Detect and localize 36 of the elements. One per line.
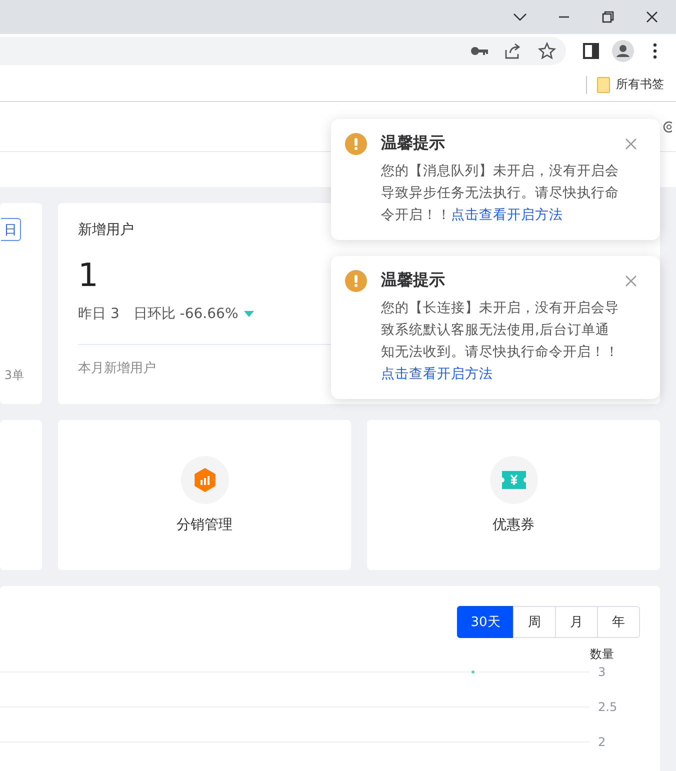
shortcut-tile[interactable]: 优惠券 <box>367 420 660 570</box>
stat-footer: 3单 <box>4 367 24 384</box>
notification-title: 温馨提示 <box>381 270 445 291</box>
bar-chart-icon <box>194 468 216 492</box>
notification-title: 温馨提示 <box>381 133 445 154</box>
shortcut-label: 分销管理 <box>176 516 232 534</box>
folder-icon <box>597 76 610 92</box>
help-link[interactable]: 点击查看开启方法 <box>381 366 493 382</box>
notification-message: 您的【长连接】未开启，没有开启会导致系统默认客服无法使用,后台订单通知无法收到。请尽快执行命令开启！！ 点击查看开启方法 <box>381 299 620 384</box>
warning-icon <box>345 133 367 155</box>
help-link[interactable]: 点击查看开启方法 <box>451 207 563 223</box>
close-icon[interactable] <box>644 9 660 25</box>
shortcut-tile[interactable]: 分销管理 <box>58 420 351 570</box>
range-tab[interactable]: 年 <box>597 606 640 638</box>
restore-icon[interactable] <box>600 9 616 25</box>
tick-label: 2.5 <box>598 700 618 714</box>
tick-label: 3 <box>598 665 606 679</box>
yesterday-text: 昨日 3 <box>78 305 120 323</box>
star-icon[interactable] <box>536 40 558 62</box>
coupon-icon <box>502 471 526 489</box>
notification-message: 您的【消息队列】未开启，没有开启会导致异步任务无法执行。请尽快执行命令开启！！点击查看开启方法 <box>381 162 620 225</box>
stat-footer: 本月新增用户 <box>78 359 156 377</box>
date-button[interactable]: 日 <box>1 218 21 241</box>
axis-title: 数量 <box>590 648 614 661</box>
bookmark-folder[interactable]: 所有书签 <box>597 76 664 93</box>
change-text: 日环比 -66.66% <box>133 305 238 323</box>
warning-icon <box>345 270 367 292</box>
stat-title: 新增用户 <box>78 221 134 239</box>
shortcut-label: 优惠券 <box>492 516 534 534</box>
range-tab[interactable]: 30天 <box>457 606 514 638</box>
profile-avatar-icon[interactable] <box>612 40 634 62</box>
stat-value: 1 <box>78 255 98 295</box>
tick-label: 2 <box>598 735 606 749</box>
range-tab[interactable]: 周 <box>513 606 556 638</box>
range-tab[interactable]: 月 <box>555 606 598 638</box>
side-panel-icon[interactable] <box>580 40 602 62</box>
